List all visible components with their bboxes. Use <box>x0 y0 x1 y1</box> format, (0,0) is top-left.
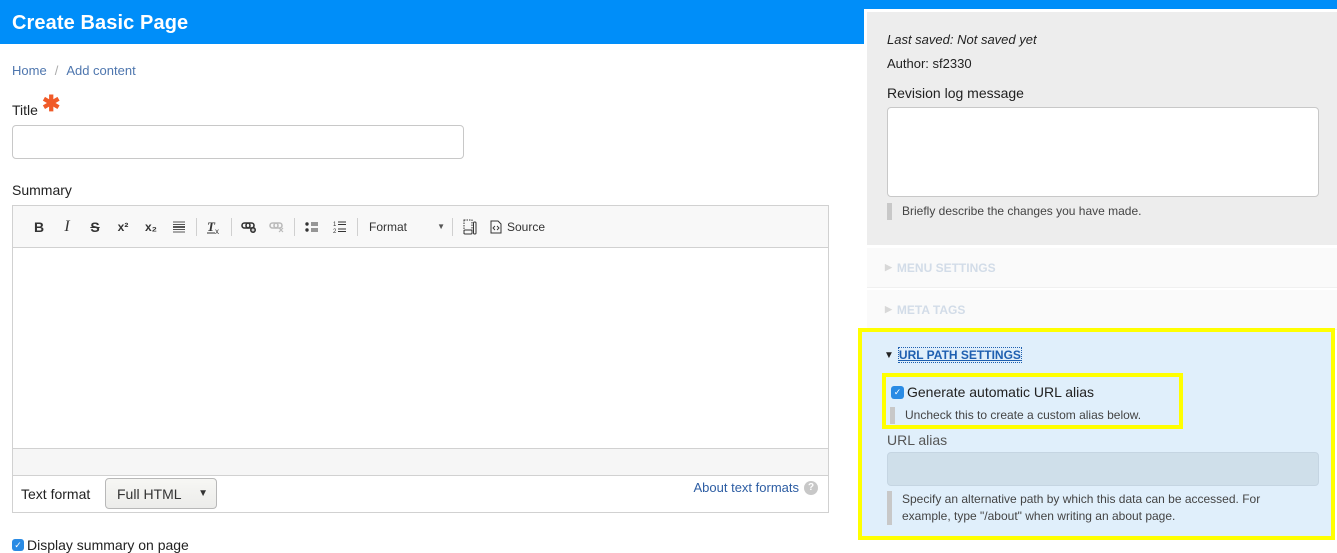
breadcrumb-home[interactable]: Home <box>12 63 47 78</box>
auto-alias-description: Uncheck this to create a custom alias be… <box>890 407 1141 424</box>
display-summary-label: Display summary on page <box>27 537 189 553</box>
summary-editor: B I S x² x₂ Tx 12 Format ▼ Source Text f… <box>12 205 829 513</box>
text-format-label: Text format <box>21 486 91 502</box>
toolbar-separator <box>231 217 232 236</box>
text-format-select[interactable]: Full HTML ▼ <box>105 478 217 509</box>
menu-settings-label: MENU SETTINGS <box>896 260 996 275</box>
page-title: Create Basic Page <box>12 12 189 34</box>
revision-log-label: Revision log message <box>887 85 1024 101</box>
revision-log-description: Briefly describe the changes you have ma… <box>887 203 1141 220</box>
superscript-button[interactable]: x² <box>109 213 137 241</box>
subscript-icon: x₂ <box>144 219 157 234</box>
horizontal-line-button[interactable] <box>165 213 193 241</box>
unlink-button[interactable] <box>263 213 291 241</box>
chevron-down-icon: ▼ <box>437 222 445 231</box>
remove-format-icon: Tx <box>207 219 219 235</box>
editor-status-bar <box>13 448 828 476</box>
strikethrough-icon: S <box>90 218 100 235</box>
toolbar-separator <box>294 217 295 236</box>
subscript-button[interactable]: x₂ <box>137 213 165 241</box>
about-text-formats-label: About text formats <box>693 480 800 495</box>
bulleted-list-button[interactable] <box>298 213 326 241</box>
checkbox-checked-icon[interactable]: ✓ <box>12 539 24 551</box>
menu-settings-toggle[interactable]: ▶ MENU SETTINGS <box>867 248 1337 288</box>
show-blocks-button[interactable] <box>456 213 484 241</box>
source-icon <box>490 220 502 233</box>
breadcrumb: Home / Add content <box>12 63 136 78</box>
superscript-icon: x² <box>117 219 129 234</box>
url-alias-description: Specify an alternative path by which thi… <box>887 491 1307 525</box>
auto-alias-label: Generate automatic URL alias <box>907 384 1095 400</box>
italic-button[interactable]: I <box>53 213 81 241</box>
help-icon: ? <box>804 480 818 495</box>
remove-format-button[interactable]: Tx <box>200 213 228 241</box>
author-text: Author: sf2330 <box>887 56 972 71</box>
breadcrumb-add-content[interactable]: Add content <box>66 63 135 78</box>
editor-body[interactable] <box>13 248 828 448</box>
required-icon: ✱ <box>41 91 61 116</box>
meta-tags-toggle[interactable]: ▶ META TAGS <box>867 290 1337 330</box>
format-dropdown-label: Format <box>369 219 408 234</box>
summary-label: Summary <box>12 182 72 198</box>
title-input[interactable] <box>12 125 464 159</box>
about-text-formats-link[interactable]: About text formats ? <box>693 480 818 495</box>
revision-info-panel: Last saved: Not saved yet Author: sf2330… <box>867 12 1337 245</box>
page-header: Create Basic Page <box>0 0 864 44</box>
toolbar-separator <box>196 217 197 236</box>
svg-text:x: x <box>215 227 219 235</box>
chevron-right-icon: ▶ <box>885 262 892 272</box>
bulleted-list-icon <box>305 221 318 232</box>
unlink-icon <box>269 221 284 232</box>
title-label-text: Title <box>12 102 38 118</box>
link-button[interactable] <box>235 213 263 241</box>
numbered-list-icon: 12 <box>333 221 346 234</box>
meta-tags-label: META TAGS <box>896 302 966 317</box>
auto-alias-highlight: ✓ Generate automatic URL alias Uncheck t… <box>882 373 1183 429</box>
chevron-right-icon: ▶ <box>885 304 892 314</box>
title-label: Title ✱ <box>12 93 60 119</box>
breadcrumb-separator: / <box>54 63 59 78</box>
toolbar-separator <box>357 217 358 236</box>
link-icon <box>241 221 256 233</box>
checkbox-checked-icon[interactable]: ✓ <box>891 385 904 399</box>
auto-alias-checkbox[interactable]: ✓ Generate automatic URL alias <box>891 384 1094 400</box>
chevron-down-icon: ▼ <box>884 349 894 361</box>
format-dropdown[interactable]: Format ▼ <box>361 213 449 241</box>
strikethrough-button[interactable]: S <box>81 213 109 241</box>
editor-toolbar: B I S x² x₂ Tx 12 Format ▼ Source <box>13 206 828 248</box>
display-summary-checkbox[interactable]: ✓ Display summary on page <box>12 537 189 553</box>
last-saved-text: Last saved: Not saved yet <box>887 32 1037 47</box>
toolbar-separator <box>452 217 453 236</box>
chevron-down-icon: ▼ <box>198 488 208 499</box>
url-path-settings-toggle[interactable]: ▼ URL PATH SETTINGS <box>884 347 1022 363</box>
text-format-row: Text format Full HTML ▼ About text forma… <box>13 476 828 512</box>
url-path-settings-panel: ▼ URL PATH SETTINGS ✓ Generate automatic… <box>858 328 1335 540</box>
horizontal-line-icon <box>173 221 185 232</box>
text-format-selected: Full HTML <box>117 485 182 502</box>
revision-log-textarea[interactable] <box>887 107 1319 197</box>
italic-icon: I <box>64 217 70 235</box>
bold-button[interactable]: B <box>25 213 53 241</box>
bold-icon: B <box>33 218 45 235</box>
show-blocks-icon <box>463 219 477 234</box>
url-alias-input[interactable] <box>887 452 1319 486</box>
url-alias-label: URL alias <box>887 432 948 448</box>
numbered-list-button[interactable]: 12 <box>326 213 354 241</box>
svg-text:1: 1 <box>333 222 337 228</box>
svg-text:2: 2 <box>333 229 337 234</box>
source-button[interactable]: Source <box>484 220 551 234</box>
source-label: Source <box>507 219 546 234</box>
url-path-settings-link[interactable]: URL PATH SETTINGS <box>897 347 1022 363</box>
